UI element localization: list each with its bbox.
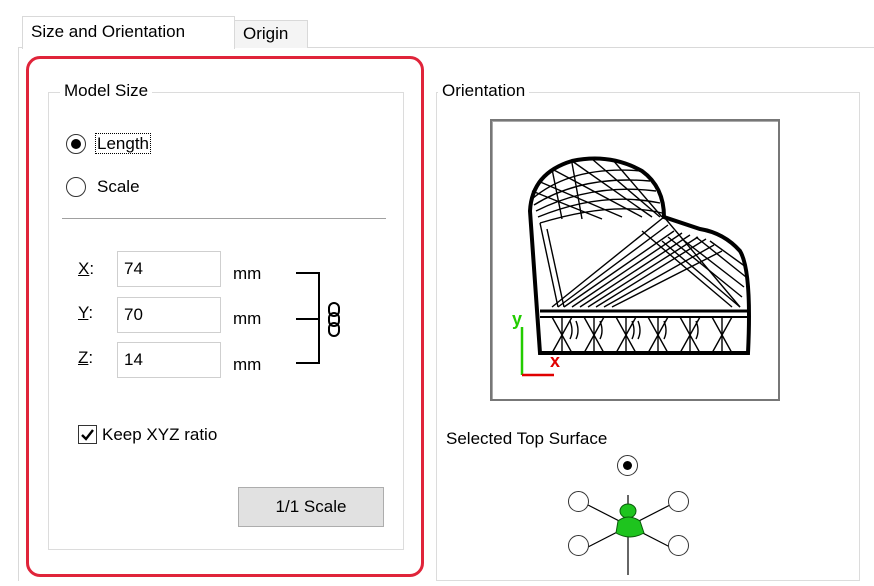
tab-origin-label: Origin — [243, 24, 289, 43]
tab-origin[interactable]: Origin — [234, 20, 308, 48]
surface-radio-upper-left[interactable] — [568, 491, 589, 512]
model-size-highlight — [26, 56, 424, 577]
orientation-preview[interactable]: y x — [490, 119, 780, 401]
surface-radio-lower-left[interactable] — [568, 535, 589, 556]
surface-radio-lower-right[interactable] — [668, 535, 689, 556]
axis-y-label: y — [512, 309, 523, 329]
surface-radio-upper-right[interactable] — [668, 491, 689, 512]
selected-top-surface-label: Selected Top Surface — [446, 429, 608, 448]
tab-size-and-orientation[interactable]: Size and Orientation — [22, 16, 235, 49]
axis-x-label: x — [550, 351, 561, 371]
model-wireframe-image — [520, 156, 751, 377]
orientation-title: Orientation — [438, 81, 530, 101]
top-surface-selector[interactable] — [560, 455, 700, 581]
surface-radio-top[interactable] — [617, 455, 638, 476]
tab-size-and-orientation-label: Size and Orientation — [31, 22, 186, 41]
